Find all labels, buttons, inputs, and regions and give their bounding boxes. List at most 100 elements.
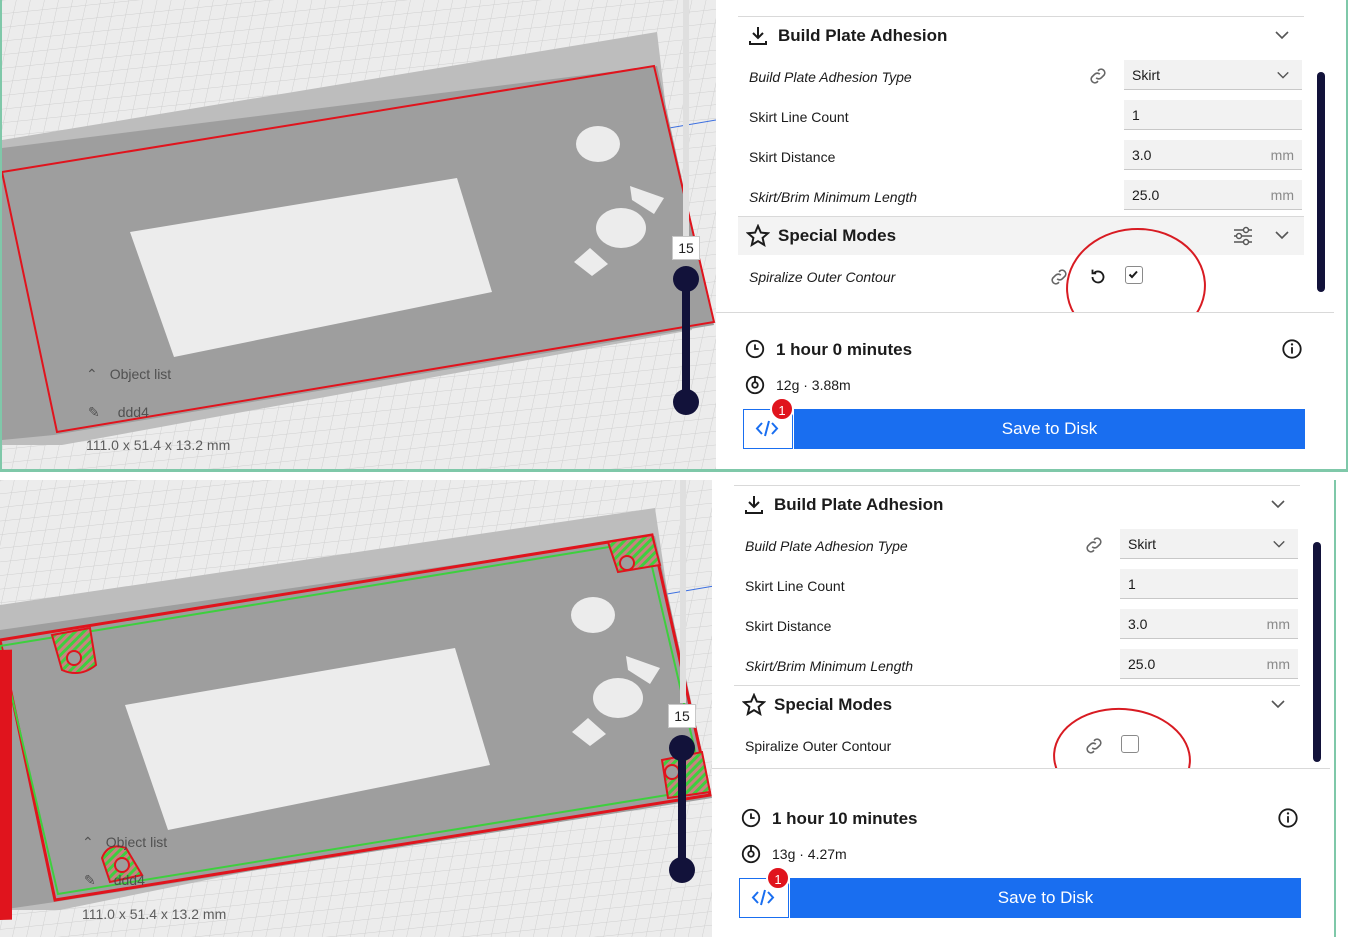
layer-slider-bottom-handle[interactable]	[673, 389, 699, 415]
setting-skirt-line-count: Skirt Line Count 1	[738, 97, 1304, 137]
build-plate-view	[0, 480, 714, 937]
print-settings-panel: Build Plate Adhesion Build Plate Adhesio…	[712, 480, 1330, 770]
skirt-min-length-input[interactable]: 25.0 mm	[1124, 180, 1302, 210]
skirt-min-length-input[interactable]: 25.0 mm	[1120, 649, 1298, 679]
print-summary: 1 hour 0 minutes 12g · 3.88m 1 Save to D…	[716, 312, 1334, 469]
section-header-build-plate-adhesion[interactable]: Build Plate Adhesion	[738, 16, 1304, 55]
setting-adhesion-type: Build Plate Adhesion Type Skirt	[738, 57, 1304, 97]
setting-label: Spiralize Outer Contour	[749, 269, 896, 285]
section-header-build-plate-adhesion[interactable]: Build Plate Adhesion	[734, 485, 1300, 524]
layer-slider-range[interactable]	[678, 746, 686, 871]
star-icon	[746, 224, 770, 247]
clock-icon	[741, 808, 761, 828]
setting-spiralize-outer-contour: Spiralize Outer Contour	[738, 257, 1304, 297]
unit-label: mm	[1270, 147, 1294, 163]
bottom-screenshot-panel: 15 ⌃ Object list ✎ ddd4 111.0 x 51.4 x 13.…	[0, 480, 1348, 937]
3d-viewport[interactable]: 15 ⌃ Object list ✎ ddd4 111.0 x 51.4 x 13.…	[2, 0, 716, 469]
setting-skirt-min-length: Skirt/Brim Minimum Length 25.0 mm	[738, 177, 1304, 217]
unit-label: mm	[1266, 616, 1290, 632]
skirt-distance-input[interactable]: 3.0 mm	[1120, 609, 1298, 639]
object-list-label: Object list	[109, 366, 172, 382]
info-icon[interactable]	[1277, 807, 1299, 829]
section-title: Build Plate Adhesion	[778, 26, 948, 45]
setting-label: Skirt Distance	[749, 149, 836, 165]
hole	[576, 126, 620, 162]
object-name-row[interactable]: ✎ ddd4	[84, 872, 145, 889]
build-plate-view	[2, 0, 716, 469]
field-value: 25.0	[1128, 656, 1156, 672]
field-value: 1	[1128, 576, 1136, 592]
link-icon[interactable]	[1087, 65, 1109, 87]
top-screenshot-panel: 15 ⌃ Object list ✎ ddd4 111.0 x 51.4 x 13.…	[0, 0, 1348, 472]
layer-slider-top-handle[interactable]	[669, 735, 695, 761]
dropdown-value: Skirt	[1132, 67, 1160, 83]
object-name: ddd4	[113, 872, 145, 888]
setting-label: Skirt/Brim Minimum Length	[745, 658, 914, 674]
save-to-disk-button[interactable]: Save to Disk	[794, 409, 1305, 449]
clock-icon	[745, 339, 765, 359]
previous-setting-row-clip	[738, 0, 1304, 17]
object-name-row[interactable]: ✎ ddd4	[88, 404, 149, 421]
skirt-line-count-input[interactable]: 1	[1120, 569, 1298, 599]
3d-viewport[interactable]: 15 ⌃ Object list ✎ ddd4 111.0 x 51.4 x 13.…	[0, 480, 714, 937]
material-usage: 12g · 3.88m	[776, 377, 851, 393]
settings-sliders-icon[interactable]	[1232, 225, 1254, 247]
skirt-distance-input[interactable]: 3.0 mm	[1124, 140, 1302, 170]
unit-label: mm	[1266, 656, 1290, 672]
filament-spool-icon	[741, 844, 761, 864]
unit-label: mm	[1270, 187, 1294, 203]
adhesion-icon	[745, 496, 763, 514]
field-value: 25.0	[1132, 187, 1160, 203]
chevron-down-icon[interactable]	[1274, 227, 1290, 243]
setting-skirt-line-count: Skirt Line Count 1	[734, 566, 1300, 606]
joystick-hole	[593, 678, 643, 718]
setting-label: Skirt Line Count	[749, 109, 849, 125]
object-list-toggle[interactable]: ⌃ Object list	[82, 834, 167, 851]
object-name: ddd4	[117, 404, 149, 420]
setting-label: Build Plate Adhesion Type	[745, 538, 908, 554]
layer-slider-top-handle[interactable]	[673, 266, 699, 292]
section-header-special-modes[interactable]: Special Modes	[738, 216, 1304, 255]
chevron-down-icon[interactable]	[1270, 496, 1286, 512]
settings-scrollbar[interactable]	[1313, 542, 1321, 762]
link-icon[interactable]	[1083, 534, 1105, 556]
chevron-down-icon	[1277, 71, 1289, 79]
hole	[571, 597, 615, 633]
layer-slider-bottom-handle[interactable]	[669, 857, 695, 883]
object-list-label: Object list	[105, 834, 168, 850]
adhesion-type-dropdown[interactable]: Skirt	[1124, 60, 1302, 90]
layer-number-label[interactable]: 15	[672, 236, 700, 260]
field-value: 3.0	[1128, 616, 1148, 632]
setting-skirt-min-length: Skirt/Brim Minimum Length 25.0 mm	[734, 646, 1300, 686]
field-value: 1	[1132, 107, 1140, 123]
print-summary: 1 hour 10 minutes 13g · 4.27m 1 Save to …	[712, 768, 1330, 937]
adhesion-type-dropdown[interactable]: Skirt	[1120, 529, 1298, 559]
object-dimensions: 111.0 x 51.4 x 13.2 mm	[86, 437, 231, 453]
section-title: Build Plate Adhesion	[774, 495, 944, 514]
skirt-line-count-input[interactable]: 1	[1124, 100, 1302, 130]
setting-label: Skirt/Brim Minimum Length	[749, 189, 918, 205]
layer-slider-track	[683, 0, 689, 255]
layer-slider-track	[680, 480, 686, 703]
chevron-down-icon[interactable]	[1270, 696, 1286, 712]
setting-label: Spiralize Outer Contour	[745, 738, 892, 754]
section-header-special-modes[interactable]: Special Modes	[734, 685, 1300, 724]
setting-label: Skirt Line Count	[745, 578, 845, 594]
setting-adhesion-type: Build Plate Adhesion Type Skirt	[734, 526, 1300, 566]
setting-label: Skirt Distance	[745, 618, 832, 634]
setting-skirt-distance: Skirt Distance 3.0 mm	[738, 137, 1304, 177]
layer-number-label[interactable]: 15	[668, 704, 696, 728]
setting-label: Build Plate Adhesion Type	[749, 69, 912, 85]
chevron-down-icon[interactable]	[1274, 27, 1290, 43]
object-list-toggle[interactable]: ⌃ Object list	[86, 366, 171, 383]
print-time: 1 hour 0 minutes	[776, 340, 913, 359]
save-to-disk-button[interactable]: Save to Disk	[790, 878, 1301, 918]
field-value: 3.0	[1132, 147, 1152, 163]
chevron-down-icon	[1273, 540, 1285, 548]
print-settings-panel: Build Plate Adhesion Build Plate Adhesio…	[716, 0, 1334, 300]
filament-spool-icon	[745, 375, 765, 395]
joystick-hole	[596, 208, 646, 248]
info-icon[interactable]	[1281, 338, 1303, 360]
settings-scrollbar[interactable]	[1317, 72, 1325, 292]
material-usage: 13g · 4.27m	[772, 846, 847, 862]
